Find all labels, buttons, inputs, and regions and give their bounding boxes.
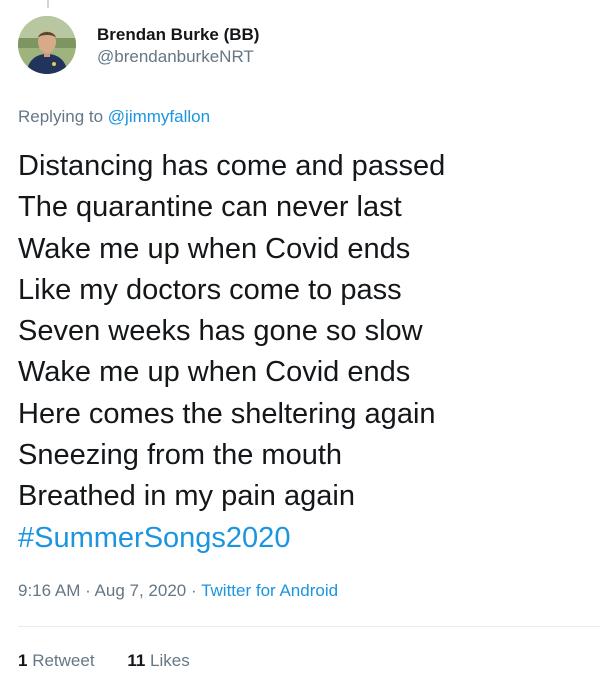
replying-to: Replying to @jimmyfallon	[18, 106, 210, 128]
tweet-line: Like my doctors come to pass	[18, 273, 402, 306]
likes-label: Likes	[150, 651, 190, 670]
profile-photo-icon	[18, 16, 76, 74]
tweet-line: The quarantine can never last	[18, 191, 402, 224]
replying-to-prefix: Replying to	[18, 107, 108, 126]
meta-separator: ·	[186, 581, 202, 600]
tweet-line: Sneezing from the mouth	[18, 439, 343, 472]
tweet-line: Wake me up when Covid ends	[18, 232, 411, 265]
thread-connector-line	[47, 0, 49, 8]
likes-count: 11	[127, 651, 146, 670]
tweet-line: Wake me up when Covid ends	[18, 356, 411, 389]
tweet-meta: 9:16 AM · Aug 7, 2020 · Twitter for Andr…	[18, 580, 338, 602]
retweets-count: 1	[18, 651, 28, 670]
author-names: Brendan Burke (BB) @brendanburkeNRT	[97, 24, 259, 68]
retweets-label: Retweet	[32, 651, 95, 670]
divider	[18, 626, 600, 627]
replying-to-handle-link[interactable]: @jimmyfallon	[108, 107, 210, 126]
tweet-stats: 1 Retweet 11 Likes	[18, 650, 218, 672]
likes-stat[interactable]: 11 Likes	[127, 650, 189, 672]
tweet-line: Distancing has come and passed	[18, 150, 446, 182]
tweet-date[interactable]: Aug 7, 2020	[95, 581, 187, 600]
author-display-name[interactable]: Brendan Burke (BB)	[97, 24, 259, 46]
tweet-line: Breathed in my pain again	[18, 480, 355, 513]
tweet-source-link[interactable]: Twitter for Android	[201, 581, 338, 600]
tweet-time[interactable]: 9:16 AM	[18, 581, 80, 600]
hashtag-link[interactable]: #SummerSongs2020	[18, 518, 588, 559]
tweet-line: Seven weeks has gone so slow	[18, 315, 423, 348]
tweet-header: Brendan Burke (BB) @brendanburkeNRT	[18, 16, 259, 74]
meta-separator: ·	[80, 581, 95, 600]
author-handle[interactable]: @brendanburkeNRT	[97, 46, 259, 68]
retweets-stat[interactable]: 1 Retweet	[18, 650, 95, 672]
tweet-line: Here comes the sheltering again	[18, 397, 436, 430]
avatar[interactable]	[18, 16, 76, 74]
tweet-text: Distancing has come and passed The quara…	[18, 146, 588, 559]
